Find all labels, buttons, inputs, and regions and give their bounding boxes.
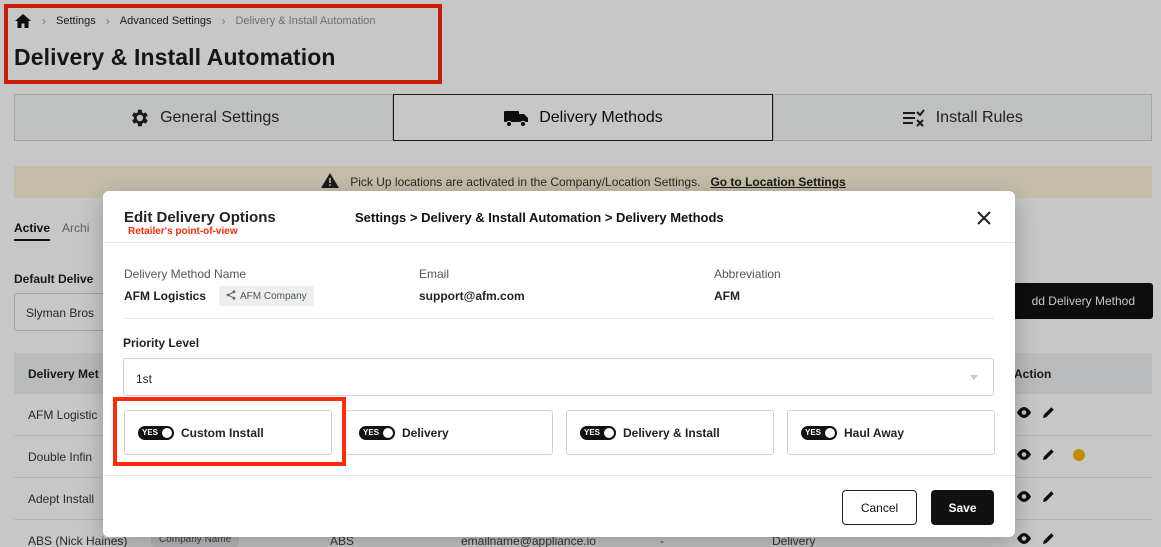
company-chip: AFM Company (219, 286, 314, 306)
company-chip-label: AFM Company (240, 290, 307, 302)
option-label: Delivery (402, 425, 449, 440)
save-button[interactable]: Save (931, 490, 994, 525)
modal-path: Settings > Delivery & Install Automation… (355, 210, 724, 225)
option-label: Delivery & Install (623, 425, 720, 440)
option-haul-away[interactable]: YES Haul Away (787, 410, 995, 455)
option-label: Haul Away (844, 425, 905, 440)
abbreviation-label: Abbreviation (714, 267, 781, 281)
priority-level-value: 1st (136, 372, 153, 386)
divider (103, 475, 1015, 476)
modal-title: Edit Delivery Options (124, 209, 276, 226)
chevron-down-icon (970, 375, 978, 380)
annotation-note: Retailer's point-of-view (128, 226, 238, 237)
divider (103, 242, 1015, 243)
abbreviation-value: AFM (714, 289, 740, 303)
email-label: Email (419, 267, 450, 281)
priority-level-select[interactable]: 1st (123, 358, 994, 396)
email-value: support@afm.com (419, 289, 525, 303)
option-delivery[interactable]: YES Delivery (345, 410, 553, 455)
toggle-switch[interactable]: YES (580, 425, 616, 440)
delivery-method-name-label: Delivery Method Name (124, 267, 247, 281)
highlight-box-custom-install (113, 397, 346, 466)
toggle-switch[interactable]: YES (359, 425, 395, 440)
divider (124, 318, 994, 319)
priority-level-label: Priority Level (123, 336, 200, 350)
delivery-method-name-value: AFM Logistics (124, 289, 207, 303)
cancel-button[interactable]: Cancel (842, 490, 917, 525)
share-icon (226, 289, 236, 303)
edit-delivery-options-modal: Edit Delivery Options Retailer's point-o… (103, 191, 1015, 537)
close-icon[interactable] (974, 208, 994, 228)
toggle-switch[interactable]: YES (801, 425, 837, 440)
option-delivery-and-install[interactable]: YES Delivery & Install (566, 410, 774, 455)
